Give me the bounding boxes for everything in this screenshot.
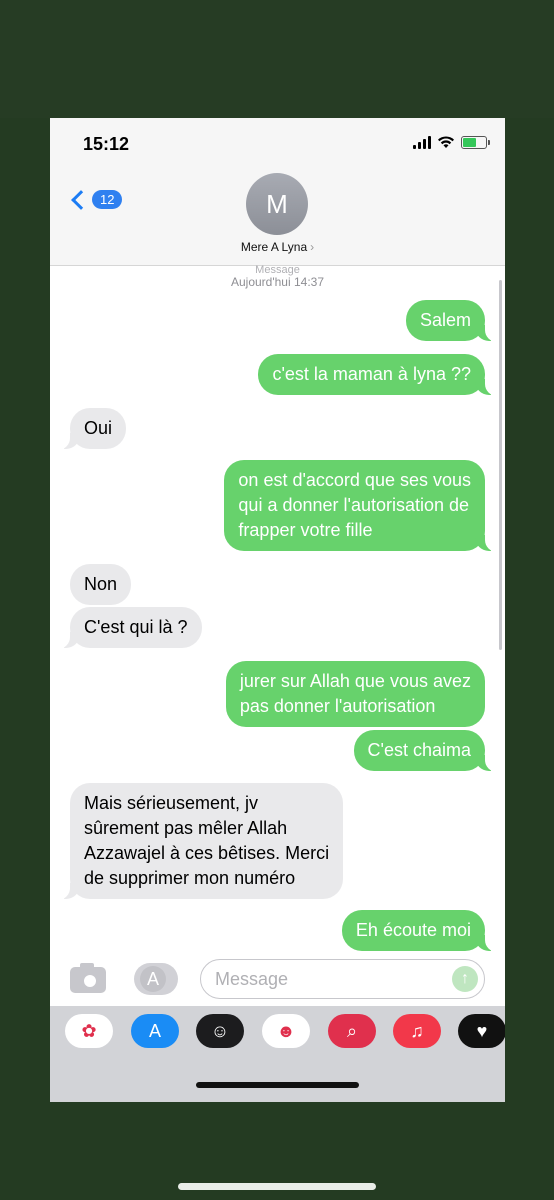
status-time: 15:12	[83, 134, 130, 154]
memoji-app-icon[interactable]: ☺	[196, 1014, 244, 1048]
app-drawer: ✿ A ☺ ☻ ⌕ ♫ ♥	[50, 1006, 505, 1102]
app-store-app-icon[interactable]: A	[131, 1014, 179, 1048]
digital-touch-app-icon[interactable]: ♥	[458, 1014, 505, 1048]
status-indicators	[413, 136, 490, 149]
message-bubble-sent[interactable]: c'est la maman à lyna ??	[258, 354, 499, 396]
message-bubble-sent[interactable]: on est d'accord que ses vous qui a donne…	[224, 460, 499, 552]
photos-app-icon[interactable]: ✿	[65, 1014, 113, 1048]
message-bubble-received[interactable]: Oui	[55, 408, 127, 450]
camera-icon[interactable]	[70, 963, 106, 993]
back-button[interactable]: 12	[68, 189, 123, 210]
message-placeholder: Message	[215, 969, 289, 989]
phone-screen: 15:12 12 M Mere A Lyna › Message Aujourd'…	[50, 118, 505, 1102]
composer-bar: A Message ↑	[50, 954, 505, 1004]
message-bubble-sent[interactable]: Eh écoute moi	[341, 910, 500, 952]
message-input[interactable]: Message ↑	[200, 959, 485, 999]
photo-backdrop	[0, 0, 554, 118]
apps-button[interactable]: A	[134, 963, 178, 995]
contact-avatar[interactable]: M	[246, 173, 308, 235]
animoji-app-icon[interactable]: ☻	[262, 1014, 310, 1048]
cellular-signal-icon	[413, 136, 431, 149]
message-bubble-sent[interactable]: C'est chaima	[353, 730, 500, 772]
contact-name: Mere A Lyna	[240, 240, 308, 254]
conversation-header: 15:12 12 M Mere A Lyna ›	[50, 118, 505, 266]
message-bubble-sent[interactable]: Salem	[405, 300, 500, 342]
device-home-indicator	[178, 1183, 376, 1190]
message-bubble-received[interactable]: C'est qui là ?	[56, 607, 202, 649]
image-search-app-icon[interactable]: ⌕	[328, 1014, 376, 1048]
message-bubble-sent[interactable]: jurer sur Allah que vous avez pas donner…	[225, 661, 485, 727]
scrollbar[interactable]	[499, 280, 502, 650]
message-bubble-received[interactable]: Non	[70, 564, 132, 605]
wifi-icon	[438, 136, 454, 148]
contact-name-button[interactable]: Mere A Lyna ›	[50, 240, 505, 254]
send-button[interactable]: ↑	[452, 966, 478, 992]
music-app-icon[interactable]: ♫	[393, 1014, 441, 1048]
timestamp-label: Aujourd'hui 14:37	[230, 275, 325, 289]
unread-count-badge: 12	[92, 190, 123, 209]
app-store-icon: A	[140, 966, 166, 992]
home-indicator[interactable]	[196, 1082, 359, 1088]
battery-charging-icon	[461, 136, 490, 149]
message-bubble-received[interactable]: Mais sérieusement, jv sûrement pas mêler…	[55, 783, 344, 900]
chevron-right-icon: ›	[310, 240, 315, 254]
chevron-left-icon	[71, 189, 91, 210]
